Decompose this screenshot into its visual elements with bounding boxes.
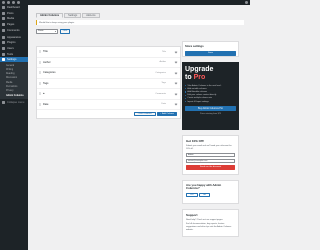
pages-icon: [2, 23, 5, 27]
coupon-description: Submit your email and we'll send you a d…: [186, 145, 232, 150]
save-settings-box: Store settings Save: [182, 41, 239, 57]
support-text: Need help? Check out our support pages.: [186, 219, 224, 221]
column-row[interactable]: ● Comments: [37, 89, 180, 100]
no-button[interactable]: No: [199, 192, 210, 198]
pricing-note: Prices starting from $79: [199, 113, 222, 116]
users-icon: [2, 46, 5, 50]
coupon-title: Get 10% Off!: [186, 139, 205, 143]
add-column-button[interactable]: + Add Column: [157, 111, 177, 117]
chevron-down-icon: ▾: [54, 30, 56, 33]
chevron-down-icon[interactable]: [174, 92, 178, 96]
sidebar-item-settings[interactable]: Settings: [0, 56, 28, 63]
support-box: Support Need help? Check out our support…: [182, 209, 239, 237]
feedback-buttons: Yes No: [186, 192, 235, 198]
clear-columns-button[interactable]: Clear columns: [133, 111, 156, 117]
home-icon[interactable]: [7, 1, 10, 4]
drag-handle-icon[interactable]: [39, 50, 41, 54]
comments-column-icon: ●: [43, 92, 45, 96]
dashboard-icon: [2, 6, 5, 10]
column-row[interactable]: Author Author: [37, 58, 180, 68]
drag-handle-icon[interactable]: [39, 60, 41, 64]
coupon-box: Get 10% Off! Submit your email and we'll…: [182, 135, 239, 175]
sidebar-item-comments[interactable]: Comments: [0, 27, 28, 33]
drag-handle-icon[interactable]: [39, 81, 41, 85]
collapse-icon: [2, 100, 5, 104]
drag-handle-icon[interactable]: [39, 71, 41, 75]
comments-icon[interactable]: [12, 1, 15, 4]
support-title: Support: [186, 213, 198, 217]
tab-add-ons[interactable]: Add-ons: [82, 13, 100, 18]
avatar[interactable]: [245, 1, 248, 4]
settings-submenu: General Writing Reading Discussion Media…: [0, 62, 28, 100]
comments-icon: [2, 28, 5, 32]
wordpress-logo-icon[interactable]: [2, 1, 5, 4]
upgrade-features: Take Admin Columns to the next level: Ad…: [185, 84, 236, 103]
drag-handle-icon[interactable]: [39, 102, 41, 106]
admin-sidebar: Dashboard Posts Media Pages Comments App…: [0, 5, 28, 250]
feature-item: Import & Export settings: [185, 100, 236, 103]
add-new-icon[interactable]: [17, 1, 20, 4]
collapse-menu-button[interactable]: Collapse menu: [0, 99, 28, 105]
support-docs-text: For full documentation, bug reports, fea…: [186, 223, 232, 231]
column-row[interactable]: Date Date: [37, 100, 180, 110]
chevron-down-icon[interactable]: [174, 102, 178, 106]
upgrade-title: Upgrade to Pro: [185, 66, 214, 81]
column-row[interactable]: Tags Tags: [37, 79, 180, 89]
settings-icon: [2, 58, 5, 62]
appearance-icon: [2, 35, 5, 39]
view-button[interactable]: View: [59, 29, 71, 34]
email-field[interactable]: admin@example.com: [186, 158, 235, 164]
buy-pro-button[interactable]: Buy Admin Columns Pro: [185, 106, 236, 112]
chevron-down-icon[interactable]: [174, 71, 178, 75]
save-box-title: Store settings: [185, 44, 204, 48]
column-row[interactable]: Title Title: [37, 47, 180, 58]
columns-footer: Clear columns + Add Column: [37, 110, 180, 118]
column-row[interactable]: Categories Categories: [37, 68, 180, 79]
media-icon: [2, 17, 5, 21]
chevron-down-icon[interactable]: [174, 50, 178, 54]
feedback-title: Are you happy with Admin Columns?: [186, 183, 222, 191]
name-field[interactable]: Admin: [186, 152, 235, 158]
plugins-icon: [2, 41, 5, 45]
chevron-down-icon[interactable]: [174, 81, 178, 85]
submenu-admin-columns[interactable]: Admin Columns: [0, 94, 28, 98]
send-discount-button[interactable]: Send me the discount: [186, 164, 235, 170]
columns-panel: Title Title Author Author Categories Catego…: [36, 46, 181, 119]
chevron-down-icon[interactable]: [174, 60, 178, 64]
drag-handle-icon[interactable]: [39, 92, 41, 96]
save-button[interactable]: Save: [185, 51, 236, 56]
upgrade-box: Upgrade to Pro Take Admin Columns to the…: [182, 62, 239, 130]
tab-settings[interactable]: Settings: [64, 13, 82, 18]
posts-icon: [2, 11, 5, 15]
yes-button[interactable]: Yes: [186, 192, 198, 198]
feedback-box: Are you happy with Admin Columns? Yes No: [182, 180, 239, 204]
list-screen-select[interactable]: Posts ▾: [36, 29, 58, 34]
nav-tabs: Admin Columns Settings Add-ons: [36, 13, 101, 18]
list-screen-toolbar: Posts ▾ View: [36, 29, 71, 34]
tab-admin-columns[interactable]: Admin Columns: [36, 13, 64, 18]
tools-icon: [2, 52, 5, 56]
notice-bar: Would like to keep using your plugin.: [36, 20, 244, 25]
admin-bar: [0, 0, 250, 5]
